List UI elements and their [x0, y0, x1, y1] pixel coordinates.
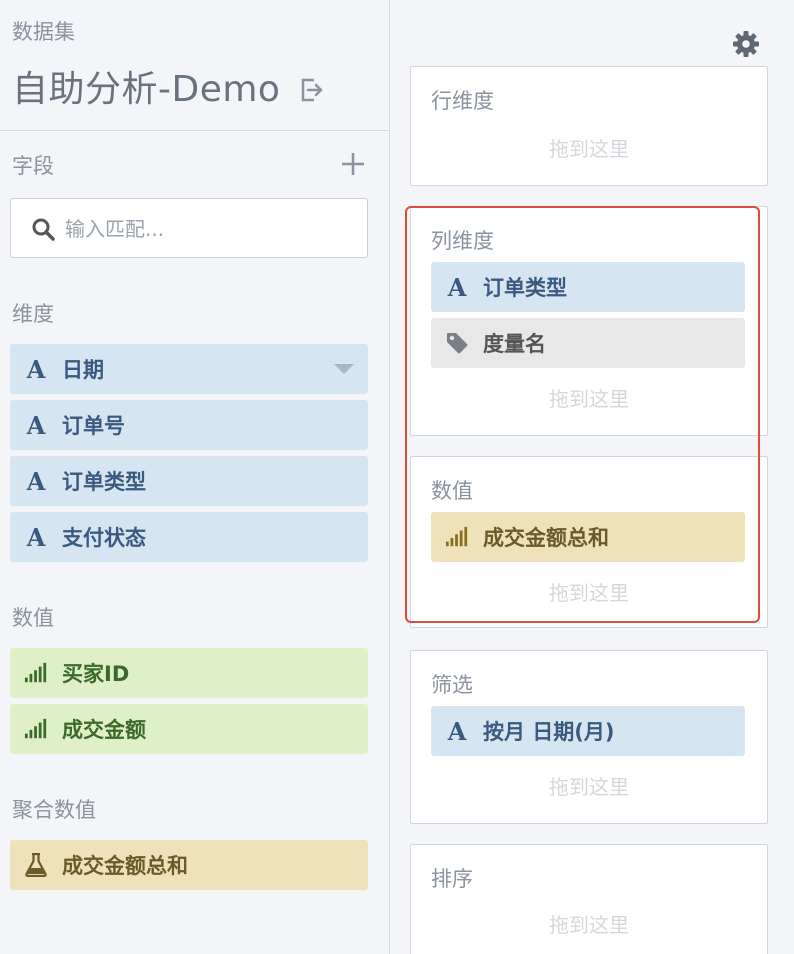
shelf-title: 筛选: [431, 673, 473, 697]
shelf-title: 数值: [431, 479, 473, 503]
dimension-label: 订单类型: [62, 470, 146, 494]
shelf-item-label: 成交金额总和: [483, 526, 609, 550]
dimensions-label: 维度: [12, 302, 54, 326]
shelf-filters[interactable]: 筛选 A 按月 日期(月) 拖到这里: [410, 650, 768, 824]
drop-hint: 拖到这里: [549, 387, 629, 411]
divider: [0, 130, 390, 131]
gear-icon[interactable]: [732, 30, 760, 58]
dimension-item[interactable]: A 支付状态: [10, 512, 368, 562]
shelf-item-label: 度量名: [483, 332, 546, 356]
dimension-item[interactable]: A 日期: [10, 344, 368, 394]
measures-label: 数值: [12, 606, 54, 630]
dataset-label: 数据集: [12, 20, 75, 44]
signal-bars-icon: [24, 717, 48, 741]
shelf-rows[interactable]: 行维度 拖到这里: [410, 66, 768, 186]
shelf-title: 行维度: [431, 89, 494, 113]
dataset-title: 自助分析-Demo: [12, 69, 281, 110]
shelf-values[interactable]: 数值 成交金额总和 拖到这里: [410, 456, 768, 628]
measure-label: 买家ID: [62, 662, 130, 686]
letter-a-icon: A: [26, 354, 46, 384]
letter-a-icon: A: [26, 522, 46, 552]
shelf-columns[interactable]: 列维度 A 订单类型 度量名 拖到这里: [410, 206, 768, 436]
signal-bars-icon: [24, 661, 48, 685]
plus-icon[interactable]: [339, 150, 367, 178]
aggregate-item[interactable]: 成交金额总和: [10, 840, 368, 890]
aggregates-label: 聚合数值: [12, 798, 96, 822]
shelf-item[interactable]: A 订单类型: [431, 262, 745, 312]
shelf-item[interactable]: 成交金额总和: [431, 512, 745, 562]
search-icon: [32, 218, 55, 241]
letter-a-icon: A: [447, 272, 467, 302]
dimension-label: 订单号: [62, 414, 125, 438]
shelf-title: 排序: [431, 867, 473, 891]
search-input[interactable]: [65, 211, 355, 247]
signal-bars-icon: [445, 525, 469, 549]
search-box: [10, 198, 368, 258]
exit-icon[interactable]: [298, 76, 326, 104]
fields-label: 字段: [12, 154, 54, 178]
chevron-down-icon[interactable]: [334, 364, 354, 374]
drop-hint: 拖到这里: [549, 137, 629, 161]
shelf-item[interactable]: A 按月 日期(月): [431, 706, 745, 756]
shelf-sort[interactable]: 排序 拖到这里: [410, 844, 768, 954]
measure-item[interactable]: 买家ID: [10, 648, 368, 698]
measure-item[interactable]: 成交金额: [10, 704, 368, 754]
dimension-label: 日期: [62, 358, 104, 382]
flask-icon: [24, 853, 48, 877]
shelf-item[interactable]: 度量名: [431, 318, 745, 368]
shelf-title: 列维度: [431, 229, 494, 253]
shelf-item-label: 按月 日期(月): [483, 720, 615, 744]
drop-hint: 拖到这里: [549, 913, 629, 937]
drop-hint: 拖到这里: [549, 581, 629, 605]
drop-hint: 拖到这里: [549, 775, 629, 799]
dimension-label: 支付状态: [62, 526, 146, 550]
left-panel: 数据集 自助分析-Demo 字段 维度 A 日期 A 订单号: [0, 0, 390, 954]
tag-icon: [445, 331, 469, 355]
letter-a-icon: A: [26, 466, 46, 496]
shelf-item-label: 订单类型: [483, 276, 567, 300]
page: 数据集 自助分析-Demo 字段 维度 A 日期 A 订单号: [0, 0, 794, 954]
dimension-item[interactable]: A 订单类型: [10, 456, 368, 506]
letter-a-icon: A: [447, 716, 467, 746]
letter-a-icon: A: [26, 410, 46, 440]
measure-label: 成交金额: [62, 718, 146, 742]
aggregate-label: 成交金额总和: [62, 854, 188, 878]
dimension-item[interactable]: A 订单号: [10, 400, 368, 450]
